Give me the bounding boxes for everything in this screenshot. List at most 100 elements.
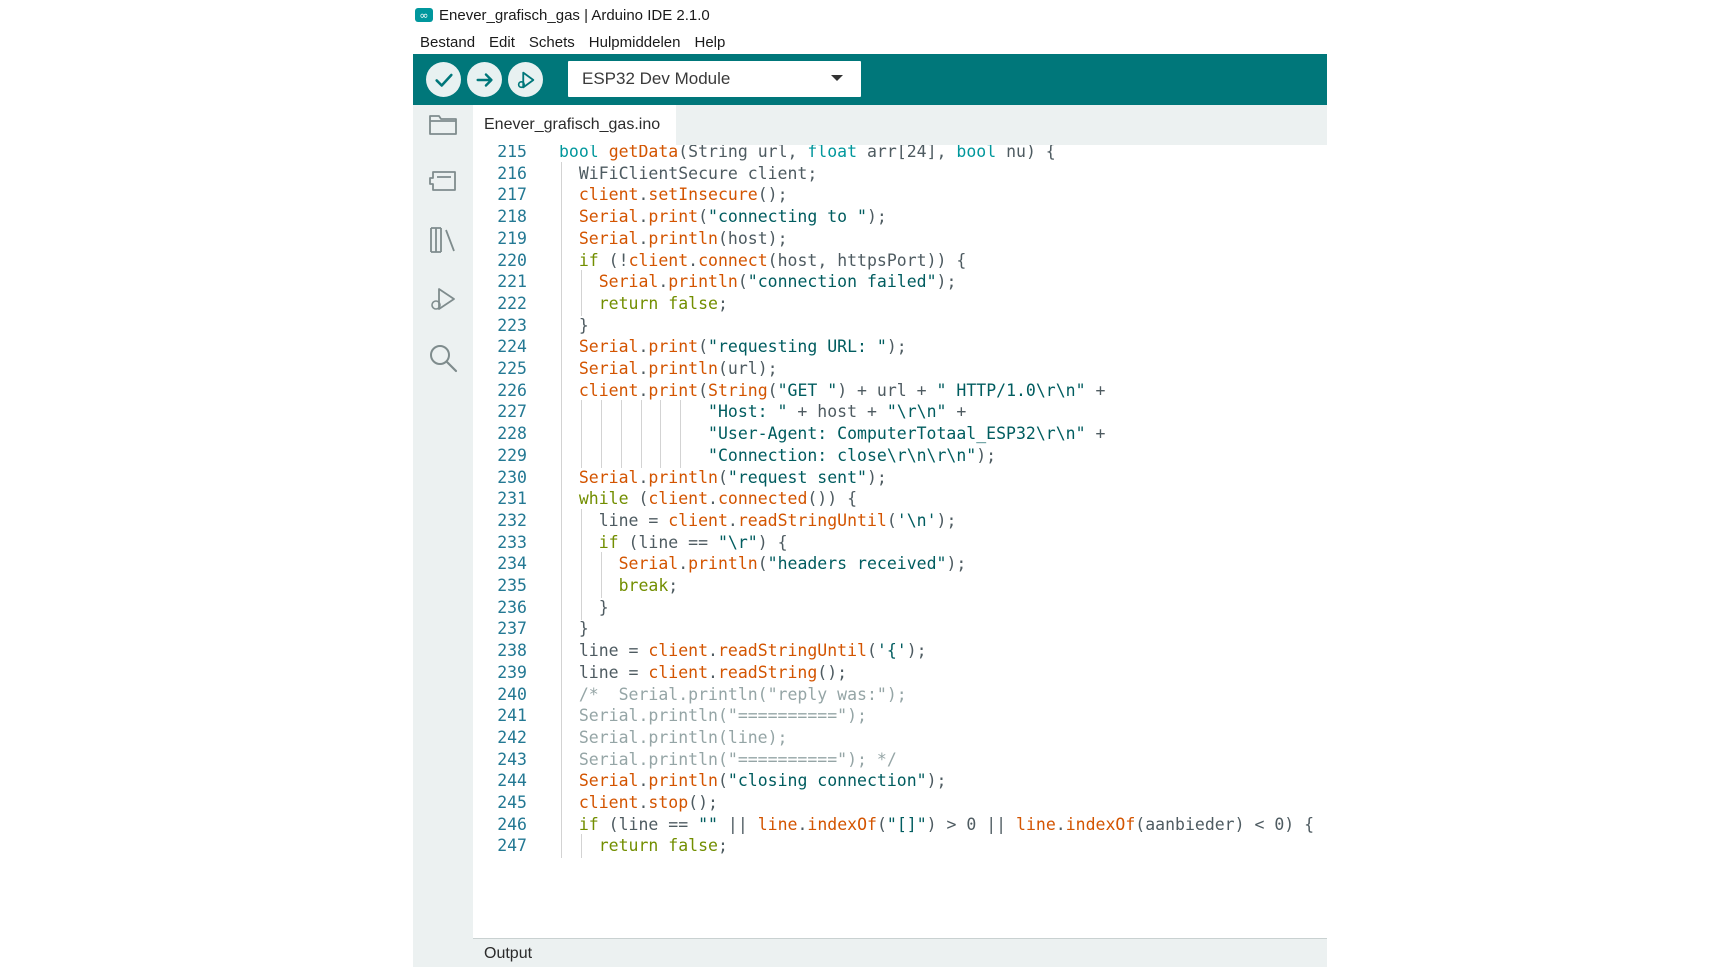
debug-icon [517, 71, 534, 88]
code-line: 230 Serial.println("request sent"); [473, 465, 1327, 490]
menu-bestand[interactable]: Bestand [413, 34, 482, 51]
debug-side-button[interactable] [426, 282, 460, 316]
code-line: 237 } [473, 617, 1327, 642]
code-line: 221 Serial.println("connection failed"); [473, 270, 1327, 295]
code-text: Serial.println(host); [578, 228, 788, 248]
toolbar: ESP32 Dev Module [413, 54, 1327, 105]
line-number: 229 [497, 445, 527, 465]
code-line: 247 return false; [473, 834, 1327, 859]
window-title: Enever_grafisch_gas | Arduino IDE 2.1.0 [439, 6, 710, 24]
tab-sketch-file[interactable]: Enever_grafisch_gas.ino [473, 105, 677, 145]
line-number: 237 [497, 619, 527, 639]
code-text: Serial.println("closing connection"); [578, 771, 947, 791]
code-text: line = client.readString(); [559, 662, 848, 682]
code-line: 216 WiFiClientSecure client; [473, 161, 1327, 186]
arduino-logo-icon: ∞ [415, 8, 433, 22]
output-label: Output [484, 945, 533, 962]
code-text: return false; [598, 836, 728, 856]
debug-button[interactable] [508, 62, 543, 97]
code-text: while (client.connected()) { [578, 489, 858, 509]
code-line: 224 Serial.print("requesting URL: "); [473, 335, 1327, 360]
code-text: "User-Agent: ComputerTotaal_ESP32\r\n" + [708, 424, 1106, 444]
code-line: 233 if (line == "\r") { [473, 530, 1327, 555]
board-selector[interactable]: ESP32 Dev Module [568, 61, 861, 97]
code-line: 217 client.setInsecure(); [473, 183, 1327, 208]
line-number: 228 [497, 424, 527, 444]
line-number: 234 [497, 554, 527, 574]
library-manager-button[interactable] [426, 223, 460, 257]
code-text: Serial.println("request sent"); [578, 467, 887, 487]
code-line: 242 Serial.println(line); [473, 725, 1327, 750]
code-text: if (line == "" || line.indexOf("[]") > 0… [578, 814, 1315, 834]
tab-bar: Enever_grafisch_gas.ino [473, 105, 1327, 145]
debug-icon [431, 288, 455, 310]
code-line: 235 break; [473, 574, 1327, 598]
code-line: 236 } [473, 595, 1327, 620]
code-line: 232 line = client.readStringUntil('\n'); [473, 508, 1327, 533]
menu-hulpmiddelen[interactable]: Hulpmiddelen [582, 34, 688, 51]
code-text: line = client.readStringUntil('{'); [559, 641, 927, 661]
line-number: 244 [497, 771, 527, 791]
line-number: 236 [497, 597, 527, 617]
code-line: 228 "User-Agent: ComputerTotaal_ESP32\r\… [473, 422, 1327, 447]
line-number: 247 [497, 836, 527, 856]
code-line: 222 return false; [473, 291, 1327, 316]
line-number: 233 [497, 532, 527, 552]
code-text: "Host: " + host + "\r\n" + [708, 402, 967, 422]
verify-button[interactable] [426, 62, 461, 97]
code-text: } [559, 315, 589, 335]
arrow-right-icon [475, 72, 493, 87]
code-text: client.print(String("GET ") + url + " HT… [578, 380, 1106, 400]
code-text: Serial.print("connecting to "); [578, 207, 887, 227]
code-line: 241 Serial.println("=========="); [473, 704, 1327, 729]
code-line: 234 Serial.println("headers received"); [473, 552, 1327, 577]
output-panel[interactable]: Output [473, 938, 1327, 967]
search-button[interactable] [426, 341, 460, 375]
code-text: /* Serial.println("reply was:"); [578, 684, 907, 704]
line-number: 220 [497, 250, 527, 270]
code-line: 226 client.print(String("GET ") + url + … [473, 378, 1327, 403]
menu-help[interactable]: Help [688, 34, 733, 51]
code-line: 231 while (client.connected()) { [473, 487, 1327, 512]
code-editor[interactable]: 215 bool getData(String url, float arr[24… [473, 145, 1327, 938]
line-number: 245 [497, 793, 527, 812]
code-line: 218 Serial.print("connecting to "); [473, 205, 1327, 230]
code-text: break; [618, 576, 679, 595]
code-line: 239 line = client.readString(); [473, 660, 1327, 685]
line-number: 238 [497, 641, 527, 661]
line-number: 246 [497, 814, 527, 834]
sketchbook-button[interactable] [426, 107, 460, 141]
code-text: Serial.println("=========="); */ [578, 749, 897, 769]
line-number: 231 [497, 489, 527, 509]
line-number: 230 [497, 467, 527, 487]
code-line: 227 "Host: " + host + "\r\n" + [473, 400, 1327, 425]
code-line: 229 "Connection: close\r\n\r\n"); [473, 443, 1327, 468]
code-text: Serial.println("headers received"); [618, 554, 967, 574]
menu-edit[interactable]: Edit [482, 34, 522, 51]
line-number: 222 [497, 293, 527, 313]
code-line: 220 if (!client.connect(host, httpsPort)… [473, 248, 1327, 273]
code-text: client.setInsecure(); [578, 185, 788, 205]
code-line: 244 Serial.println("closing connection")… [473, 769, 1327, 794]
upload-button[interactable] [467, 62, 502, 97]
code-text: } [559, 619, 589, 639]
menu-bar: Bestand Edit Schets Hulpmiddelen Help [413, 30, 732, 54]
code-text: WiFiClientSecure client; [559, 163, 818, 183]
line-number: 226 [497, 380, 527, 400]
line-number: 232 [497, 510, 527, 530]
code-text: Serial.println(url); [578, 359, 778, 378]
check-icon [434, 73, 453, 87]
line-number: 242 [497, 727, 527, 747]
board-manager-button[interactable] [426, 164, 460, 198]
code-text: if (line == "\r") { [598, 532, 788, 552]
line-number: 219 [497, 228, 527, 248]
line-number: 241 [497, 706, 527, 726]
code-line: 225 Serial.println(url); [473, 357, 1327, 381]
code-text: if (!client.connect(host, httpsPort)) { [578, 250, 967, 270]
title-bar: ∞ Enever_grafisch_gas | Arduino IDE 2.1.… [413, 0, 1327, 30]
code-text: return false; [598, 293, 728, 313]
menu-schets[interactable]: Schets [522, 34, 582, 51]
line-number: 221 [497, 272, 527, 292]
code-line: 240 /* Serial.println("reply was:"); [473, 682, 1327, 707]
line-number: 243 [497, 749, 527, 769]
